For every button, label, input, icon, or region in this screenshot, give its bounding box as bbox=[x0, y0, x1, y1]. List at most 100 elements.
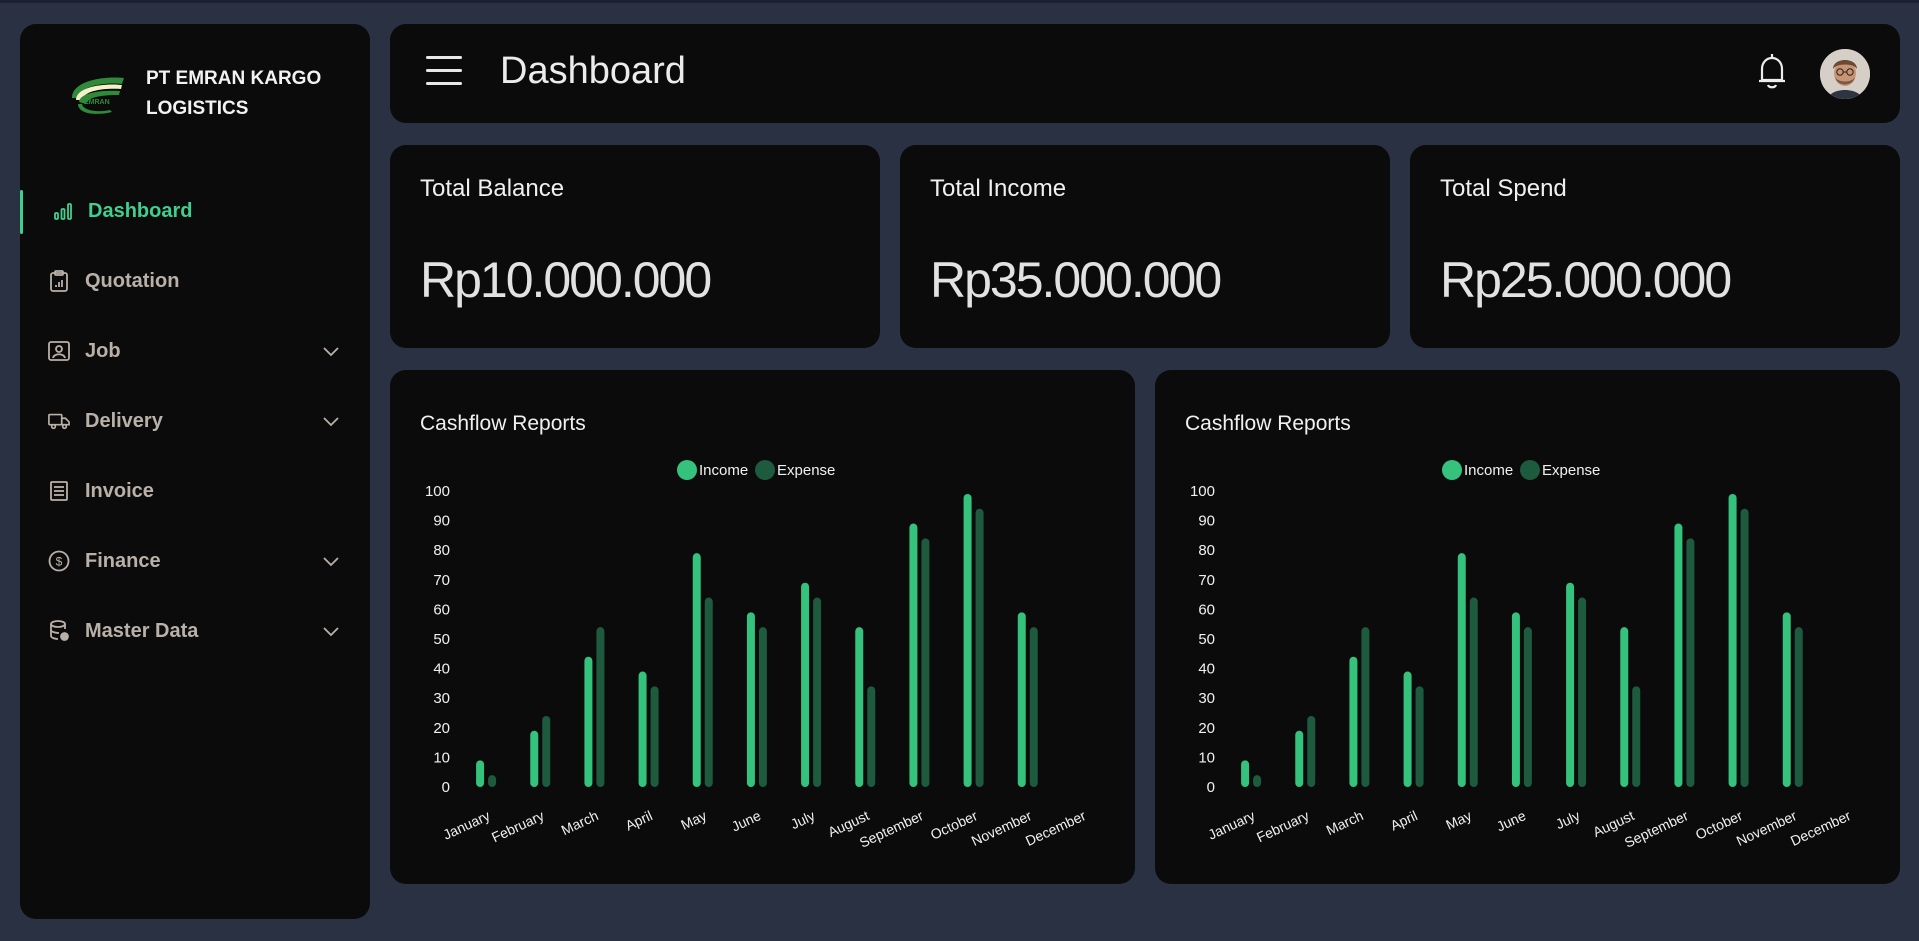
y-tick-label: 30 bbox=[433, 690, 450, 707]
window-top-border bbox=[0, 0, 1919, 3]
bar-expense bbox=[1632, 686, 1641, 787]
cashflow-chart-panel-right: Cashflow Reports Income Expense 0 10 20 30 40 5… bbox=[1155, 370, 1900, 884]
x-tick-label: February bbox=[1254, 807, 1312, 845]
card-value: Rp10.000.000 bbox=[420, 252, 712, 308]
y-tick-label: 40 bbox=[433, 661, 450, 678]
x-tick-label: May bbox=[678, 807, 709, 833]
legend-swatch bbox=[1442, 460, 1462, 480]
chart-legend: Income Expense bbox=[677, 460, 835, 480]
sidebar-item-delivery[interactable]: Delivery bbox=[20, 386, 370, 456]
sidebar-item-label: Master Data bbox=[85, 619, 199, 642]
x-tick-label: December bbox=[1023, 807, 1089, 849]
x-tick-label: March bbox=[1324, 807, 1366, 838]
bar-income bbox=[1295, 730, 1304, 787]
company-name: PT EMRAN KARGO LOGISTICS bbox=[146, 68, 322, 119]
bar-income bbox=[1728, 493, 1737, 787]
bar-income bbox=[1620, 627, 1629, 787]
total-income-card: Total Income Rp35.000.000 bbox=[900, 145, 1390, 348]
bar-expense bbox=[650, 686, 659, 787]
card-title: Total Income bbox=[930, 175, 1067, 202]
sidebar-item-quotation[interactable]: Quotation bbox=[20, 246, 370, 316]
chevron-down-icon[interactable] bbox=[322, 412, 340, 430]
dollar-circle-icon: $ bbox=[48, 550, 70, 572]
bar-income bbox=[1566, 582, 1575, 787]
y-tick-label: 100 bbox=[1190, 483, 1215, 500]
bar-income bbox=[1511, 612, 1520, 787]
bar-expense bbox=[1686, 538, 1695, 787]
bar-expense bbox=[1253, 775, 1262, 787]
sidebar-item-label: Dashboard bbox=[88, 199, 193, 222]
sidebar-item-label: Delivery bbox=[85, 409, 163, 432]
bar-income bbox=[801, 582, 810, 787]
x-tick-label: June bbox=[1494, 807, 1528, 834]
bar-income bbox=[963, 493, 972, 787]
svg-text:$: $ bbox=[56, 555, 63, 569]
y-tick-label: 0 bbox=[442, 779, 450, 796]
bar-expense bbox=[704, 597, 713, 787]
bar-income bbox=[1349, 656, 1358, 787]
x-tick-label: November bbox=[969, 807, 1035, 849]
sidebar-nav: Dashboard Quotation Job Delivery Invoice… bbox=[20, 176, 370, 666]
y-tick-label: 50 bbox=[1198, 631, 1215, 648]
bar-expense bbox=[1029, 627, 1038, 787]
cashflow-bar-chart: Income Expense 0 10 20 30 40 50 60 70 80 90 100 Janua… bbox=[1190, 460, 1854, 851]
x-tick-label: December bbox=[1788, 807, 1854, 849]
bar-income bbox=[584, 656, 593, 787]
sidebar-item-label: Invoice bbox=[85, 479, 154, 502]
bar-expense bbox=[1469, 597, 1478, 787]
bar-income bbox=[1674, 523, 1683, 787]
sidebar-item-label: Finance bbox=[85, 549, 161, 572]
x-tick-label: July bbox=[1553, 807, 1582, 832]
sidebar-item-job[interactable]: Job bbox=[20, 316, 370, 386]
sidebar-item-dashboard[interactable]: Dashboard bbox=[20, 176, 370, 246]
x-tick-label: July bbox=[788, 807, 817, 832]
chart-legend: Income Expense bbox=[1442, 460, 1600, 480]
bell-icon[interactable] bbox=[1754, 52, 1790, 92]
card-value: Rp35.000.000 bbox=[930, 252, 1222, 308]
top-header: Dashboard bbox=[390, 24, 1900, 123]
x-tick-label: June bbox=[729, 807, 763, 834]
avatar[interactable] bbox=[1820, 49, 1870, 99]
y-tick-label: 20 bbox=[433, 720, 450, 737]
sidebar-item-invoice[interactable]: Invoice bbox=[20, 456, 370, 526]
x-tick-label: May bbox=[1443, 807, 1474, 833]
x-tick-label: January bbox=[1205, 807, 1257, 843]
brand[interactable]: EMRAN PT EMRAN KARGO LOGISTICS bbox=[66, 64, 346, 124]
y-tick-label: 80 bbox=[1198, 542, 1215, 559]
cashflow-chart-panel-left: Cashflow Reports Income Expense 0 10 20 30 40 5… bbox=[390, 370, 1135, 884]
chevron-down-icon[interactable] bbox=[322, 342, 340, 360]
bar-expense bbox=[921, 538, 930, 787]
legend-label: Income bbox=[1464, 462, 1513, 479]
bar-expense bbox=[758, 627, 767, 787]
bar-expense bbox=[1307, 715, 1316, 787]
bar-expense bbox=[542, 715, 551, 787]
y-tick-label: 80 bbox=[433, 542, 450, 559]
y-tick-label: 70 bbox=[1198, 572, 1215, 589]
legend-swatch bbox=[677, 460, 697, 480]
y-tick-label: 100 bbox=[425, 483, 450, 500]
bar-income bbox=[476, 760, 485, 787]
legend-label: Expense bbox=[1542, 462, 1600, 479]
sidebar-item-finance[interactable]: $ Finance bbox=[20, 526, 370, 596]
bar-income bbox=[1457, 553, 1466, 787]
legend-swatch bbox=[755, 460, 775, 480]
card-title: Total Balance bbox=[420, 175, 565, 202]
legend-label: Expense bbox=[777, 462, 835, 479]
sidebar-item-label: Job bbox=[85, 339, 121, 362]
chevron-down-icon[interactable] bbox=[322, 552, 340, 570]
legend-swatch bbox=[1520, 460, 1540, 480]
x-tick-label: April bbox=[1388, 807, 1420, 833]
y-tick-label: 10 bbox=[433, 749, 450, 766]
y-tick-label: 10 bbox=[1198, 749, 1215, 766]
bar-expense bbox=[1415, 686, 1424, 787]
database-icon bbox=[48, 620, 70, 642]
hamburger-icon[interactable] bbox=[426, 56, 462, 86]
bar-income bbox=[1782, 612, 1791, 787]
legend-label: Income bbox=[699, 462, 748, 479]
chevron-down-icon[interactable] bbox=[322, 622, 340, 640]
company-logo: EMRAN bbox=[72, 77, 124, 114]
bar-income bbox=[746, 612, 755, 787]
x-tick-label: January bbox=[440, 807, 492, 843]
sidebar-item-master-data[interactable]: Master Data bbox=[20, 596, 370, 666]
document-icon bbox=[48, 480, 70, 502]
